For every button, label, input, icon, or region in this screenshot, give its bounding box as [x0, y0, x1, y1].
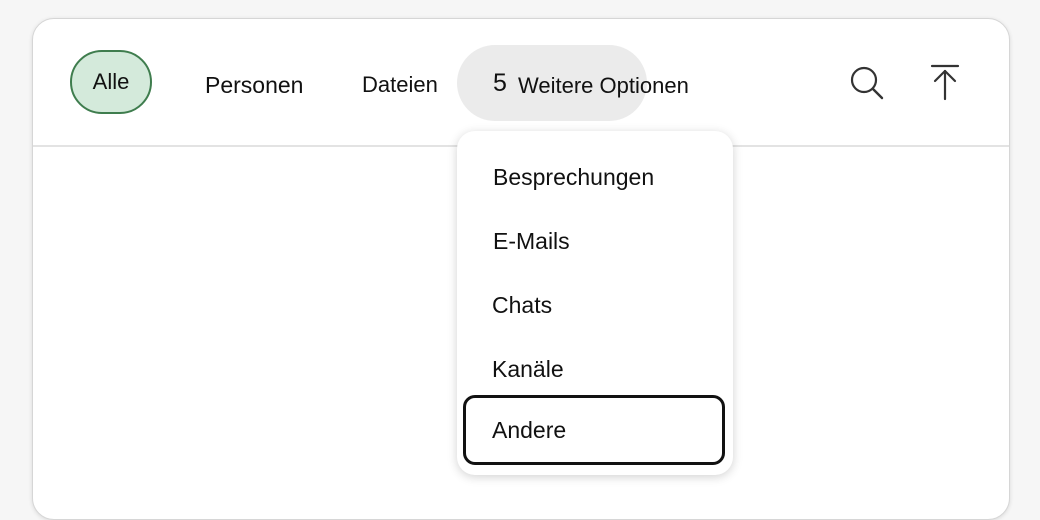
- search-panel: Alle Personen Dateien 5 Weitere Optionen…: [32, 18, 1010, 520]
- menu-item-meetings[interactable]: Besprechungen: [457, 145, 733, 209]
- menu-item-label: Chats: [492, 292, 553, 318]
- arrow-up-to-top-icon[interactable]: [925, 61, 965, 101]
- tab-people[interactable]: Personen: [205, 65, 303, 105]
- menu-item-other[interactable]: Andere: [463, 395, 725, 465]
- tab-all-label: Alle: [92, 69, 130, 94]
- tab-files[interactable]: Dateien: [362, 65, 438, 105]
- menu-item-chats[interactable]: Chats: [457, 273, 733, 337]
- menu-item-emails[interactable]: E-Mails: [457, 209, 733, 273]
- filter-bar: Alle Personen Dateien 5 Weitere Optionen: [33, 19, 1009, 147]
- menu-item-label: E-Mails: [493, 228, 570, 254]
- tab-all[interactable]: Alle: [70, 50, 152, 114]
- more-options-menu: Besprechungen E-Mails Chats Kanäle Ander…: [457, 131, 733, 475]
- more-options-count: 5: [493, 69, 507, 97]
- menu-item-label: Andere: [492, 417, 567, 443]
- menu-item-label: Kanäle: [492, 356, 564, 382]
- more-options-button[interactable]: 5 Weitere Optionen: [457, 45, 689, 121]
- menu-item-channels[interactable]: Kanäle: [457, 337, 733, 401]
- menu-item-label: Besprechungen: [493, 164, 655, 190]
- more-options-label: Weitere Optionen: [518, 73, 689, 98]
- search-icon[interactable]: [847, 63, 887, 103]
